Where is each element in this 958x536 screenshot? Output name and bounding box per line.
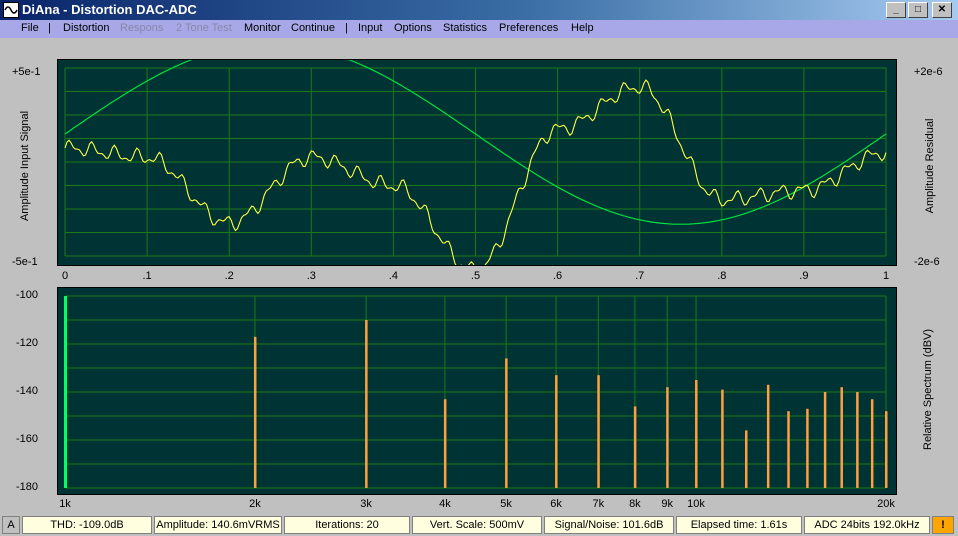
menu-preferences[interactable]: Preferences: [499, 22, 558, 34]
title-bar: DiAna - Distortion DAC-ADC _ □ ✕: [0, 0, 958, 20]
y-tick-label: -180: [15, 481, 38, 493]
fundamental-bar: [64, 296, 67, 488]
menu-respons[interactable]: Respons: [120, 22, 163, 34]
spectrum-chart: [57, 287, 897, 495]
harmonic-bar: [633, 406, 637, 488]
harmonic-bar: [745, 430, 748, 488]
menu-input[interactable]: Input: [358, 22, 382, 34]
x-tick-label: .7: [635, 270, 645, 282]
harmonic-bar: [505, 358, 508, 488]
menu-monitor[interactable]: Monitor: [244, 22, 281, 34]
harmonic-bar: [870, 399, 874, 488]
iterations-readout: Iterations: 20: [284, 516, 410, 534]
right-axis-bottom-label: -2e-6: [914, 256, 940, 268]
menu-file[interactable]: File: [21, 22, 39, 34]
harmonic-bar: [721, 389, 724, 488]
maximize-button[interactable]: □: [908, 2, 928, 18]
menu-options[interactable]: Options: [394, 22, 432, 34]
waveform-plot: [64, 60, 887, 265]
menu-continue[interactable]: Continue: [291, 22, 335, 34]
x-tick-label: .5: [470, 270, 481, 282]
harmonic-bar: [597, 375, 600, 488]
menu-2-tone-test[interactable]: 2 Tone Test: [176, 22, 232, 34]
minimize-button[interactable]: _: [886, 2, 906, 18]
harmonic-bar: [253, 336, 257, 488]
status-bar: A THD: -109.0dB Amplitude: 140.6mVRMS It…: [0, 514, 958, 536]
y-tick-label: -120: [15, 337, 38, 349]
y-tick-label: -140: [15, 385, 38, 397]
x-tick-label: .4: [388, 270, 398, 282]
harmonic-bar: [840, 387, 843, 488]
harmonic-bar: [555, 375, 558, 488]
snr-readout: Signal/Noise: 101.6dB: [544, 516, 674, 534]
window-title: DiAna - Distortion DAC-ADC: [22, 2, 197, 17]
elapsed-readout: Elapsed time: 1.61s: [676, 516, 802, 534]
thd-readout: THD: -109.0dB: [22, 516, 152, 534]
x-tick-label: 10k: [687, 498, 705, 510]
x-tick-label: 2k: [249, 498, 261, 510]
mode-indicator: A: [2, 516, 20, 534]
x-tick-label: 4k: [439, 498, 451, 510]
harmonic-bar: [885, 411, 888, 488]
left-axis-bottom-label: -5e-1: [12, 256, 38, 268]
harmonic-bar: [443, 399, 447, 488]
left-axis-title: Amplitude Input Signal: [19, 110, 31, 222]
harmonic-bar: [766, 384, 770, 488]
menu-bar: File | Distortion Respons 2 Tone Test Mo…: [0, 20, 958, 38]
x-tick-label: .1: [142, 270, 152, 282]
x-tick-label: 7k: [592, 498, 605, 510]
y-tick-label: -100: [15, 289, 38, 301]
warning-icon: !: [932, 516, 954, 534]
menu-separator: |: [48, 22, 51, 34]
menu-separator: |: [345, 22, 348, 34]
harmonic-bar: [666, 387, 669, 488]
harmonic-bar: [856, 392, 859, 488]
harmonic-bar: [695, 380, 698, 488]
x-tick-label: .6: [553, 270, 563, 282]
x-tick-label: .8: [717, 270, 727, 282]
x-tick-label: 20k: [877, 498, 895, 510]
harmonic-bar: [365, 320, 368, 488]
x-tick-label: 0: [61, 270, 69, 282]
harmonic-bar: [787, 411, 790, 488]
left-axis-top-label: +5e-1: [12, 66, 41, 78]
amplitude-readout: Amplitude: 140.6mVRMS: [154, 516, 282, 534]
x-tick-label: 6k: [550, 498, 562, 510]
spectrum-axis-title: Relative Spectrum (dBV): [922, 328, 934, 450]
spectrum-plot: [64, 295, 888, 489]
right-axis-title: Amplitude Residual: [924, 118, 936, 214]
x-tick-label: 5k: [500, 498, 512, 510]
y-tick-label: -160: [15, 433, 38, 445]
menu-statistics[interactable]: Statistics: [443, 22, 487, 34]
harmonic-bar: [806, 408, 809, 488]
x-tick-label: 3k: [360, 498, 372, 510]
vert-scale-readout: Vert. Scale: 500mV: [412, 516, 542, 534]
close-button[interactable]: ✕: [932, 2, 952, 18]
x-tick-label: .2: [224, 270, 234, 282]
menu-distortion[interactable]: Distortion: [63, 22, 109, 34]
x-tick-label: .3: [306, 270, 316, 282]
harmonic-bar: [823, 392, 827, 488]
app-icon: [3, 2, 19, 18]
x-tick-label: .9: [799, 270, 809, 282]
adc-readout: ADC 24bits 192.0kHz: [804, 516, 930, 534]
right-axis-top-label: +2e-6: [914, 66, 943, 78]
x-tick-label: 1: [882, 270, 890, 282]
menu-help[interactable]: Help: [571, 22, 594, 34]
x-tick-label: 1k: [59, 498, 71, 510]
waveform-chart: [57, 59, 897, 266]
